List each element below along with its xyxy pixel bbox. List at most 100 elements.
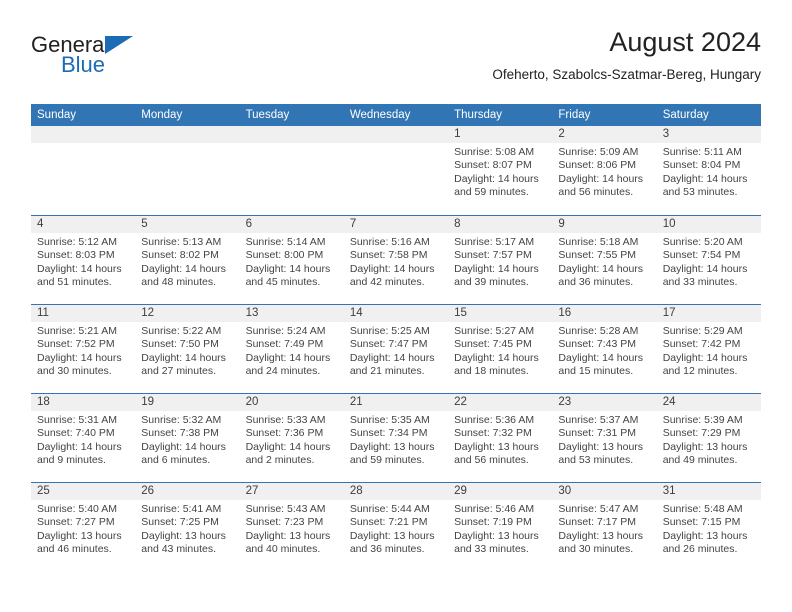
day-cell[interactable]: 1 Sunrise: 5:08 AM Sunset: 8:07 PM Daylight… — [448, 126, 553, 215]
sunset-text: Sunset: 7:57 PM — [454, 249, 532, 262]
day-details: Sunrise: 5:29 AM Sunset: 7:42 PM Daylight:… — [657, 322, 761, 379]
day-cell[interactable]: 24 Sunrise: 5:39 AM Sunset: 7:29 PM Dayligh… — [656, 394, 761, 482]
calendar-week-row: 25 Sunrise: 5:40 AM Sunset: 7:27 PM Dayligh… — [31, 482, 761, 571]
daylight-text-line2: and 30 minutes. — [558, 543, 634, 556]
day-cell[interactable]: 27 Sunrise: 5:43 AM Sunset: 7:23 PM Dayligh… — [239, 483, 344, 571]
sunrise-text: Sunrise: 5:46 AM — [454, 503, 535, 515]
day-cell[interactable]: 17 Sunrise: 5:29 AM Sunset: 7:42 PM Dayligh… — [656, 305, 761, 393]
day-cell[interactable]: 31 Sunrise: 5:48 AM Sunset: 7:15 PM Dayligh… — [656, 483, 761, 571]
sunset-text: Sunset: 7:25 PM — [141, 516, 219, 529]
sunset-text: Sunset: 7:58 PM — [349, 249, 428, 262]
daylight-text-line2: and 39 minutes. — [454, 276, 529, 289]
day-details: Sunrise: 5:09 AM Sunset: 8:06 PM Daylight:… — [552, 143, 656, 200]
sunrise-text: Sunrise: 5:36 AM — [454, 414, 535, 426]
brand-logo[interactable]: General Blue — [31, 34, 231, 84]
daylight-text-line2: and 33 minutes. — [662, 276, 738, 289]
daylight-text-line1: Daylight: 14 hours — [141, 351, 226, 364]
day-number: 24 — [656, 394, 761, 411]
daylight-text-line2: and 30 minutes. — [37, 365, 112, 378]
sunrise-text: Sunrise: 5:39 AM — [662, 414, 743, 426]
sunrise-text: Sunrise: 5:12 AM — [37, 236, 117, 248]
daylight-text-line2: and 2 minutes. — [245, 454, 315, 467]
weekday-header-friday: Friday — [558, 109, 591, 121]
day-cell[interactable]: 6 Sunrise: 5:14 AM Sunset: 8:00 PM Daylight… — [239, 216, 344, 304]
day-cell[interactable]: 8 Sunrise: 5:17 AM Sunset: 7:57 PM Daylight… — [448, 216, 553, 304]
daylight-text-line1: Daylight: 13 hours — [349, 529, 435, 542]
daylight-text-line1: Daylight: 13 hours — [558, 529, 644, 542]
day-cell[interactable]: 26 Sunrise: 5:41 AM Sunset: 7:25 PM Dayligh… — [135, 483, 240, 571]
day-cell[interactable]: 16 Sunrise: 5:28 AM Sunset: 7:43 PM Dayligh… — [552, 305, 657, 393]
day-cell[interactable]: 18 Sunrise: 5:31 AM Sunset: 7:40 PM Dayligh… — [31, 394, 136, 482]
day-cell[interactable]: 23 Sunrise: 5:37 AM Sunset: 7:31 PM Dayligh… — [552, 394, 657, 482]
sunrise-text: Sunrise: 5:40 AM — [37, 503, 117, 515]
day-cell[interactable]: 14 Sunrise: 5:25 AM Sunset: 7:47 PM Dayligh… — [343, 305, 449, 393]
calendar-week-row: 11 Sunrise: 5:21 AM Sunset: 7:52 PM Dayligh… — [31, 304, 761, 393]
sunrise-text: Sunrise: 5:44 AM — [349, 503, 430, 515]
sunset-text: Sunset: 7:23 PM — [245, 516, 324, 529]
daylight-text-line2: and 42 minutes. — [349, 276, 425, 289]
sunrise-text: Sunrise: 5:33 AM — [245, 414, 326, 426]
daylight-text-line2: and 27 minutes. — [141, 365, 216, 378]
day-details: Sunrise: 5:22 AM Sunset: 7:50 PM Daylight:… — [135, 322, 239, 379]
calendar-week-row: 4 Sunrise: 5:12 AM Sunset: 8:03 PM Daylight… — [31, 215, 761, 304]
day-number: 1 — [448, 126, 553, 143]
day-number: 31 — [656, 483, 761, 500]
brand-name-blue: Blue — [61, 52, 106, 77]
day-cell[interactable]: 30 Sunrise: 5:47 AM Sunset: 7:17 PM Dayligh… — [552, 483, 657, 571]
sunrise-text: Sunrise: 5:43 AM — [245, 503, 326, 515]
day-number: 2 — [552, 126, 657, 143]
day-number: 28 — [343, 483, 449, 500]
day-cell[interactable]: 21 Sunrise: 5:35 AM Sunset: 7:34 PM Dayligh… — [343, 394, 449, 482]
day-number: 21 — [343, 394, 449, 411]
day-cell[interactable]: 7 Sunrise: 5:16 AM Sunset: 7:58 PM Daylight… — [343, 216, 449, 304]
day-details: Sunrise: 5:12 AM Sunset: 8:03 PM Daylight:… — [31, 233, 135, 290]
day-details: Sunrise: 5:39 AM Sunset: 7:29 PM Daylight:… — [657, 411, 761, 468]
sunrise-text: Sunrise: 5:14 AM — [245, 236, 326, 248]
daylight-text-line2: and 40 minutes. — [245, 543, 321, 556]
daylight-text-line2: and 56 minutes. — [558, 186, 634, 199]
day-details: Sunrise: 5:40 AM Sunset: 7:27 PM Daylight:… — [31, 500, 135, 557]
sunset-text: Sunset: 7:43 PM — [558, 338, 637, 351]
daylight-text-line2: and 24 minutes. — [245, 365, 321, 378]
daylight-text-line1: Daylight: 14 hours — [37, 440, 122, 453]
day-cell-empty — [343, 126, 449, 215]
daylight-text-line1: Daylight: 14 hours — [245, 440, 331, 453]
day-details: Sunrise: 5:18 AM Sunset: 7:55 PM Daylight:… — [552, 233, 656, 290]
daylight-text-line2: and 21 minutes. — [349, 365, 425, 378]
weekday-header-monday: Monday — [141, 109, 183, 121]
day-number — [135, 126, 240, 143]
day-number: 29 — [448, 483, 553, 500]
day-cell[interactable]: 2 Sunrise: 5:09 AM Sunset: 8:06 PM Daylight… — [552, 126, 657, 215]
weekday-header-thursday: Thursday — [454, 109, 503, 121]
day-cell[interactable]: 5 Sunrise: 5:13 AM Sunset: 8:02 PM Daylight… — [135, 216, 240, 304]
day-cell[interactable]: 25 Sunrise: 5:40 AM Sunset: 7:27 PM Dayligh… — [31, 483, 136, 571]
day-details: Sunrise: 5:25 AM Sunset: 7:47 PM Daylight:… — [344, 322, 448, 379]
daylight-text-line2: and 43 minutes. — [141, 543, 216, 556]
day-cell[interactable]: 15 Sunrise: 5:27 AM Sunset: 7:45 PM Dayligh… — [448, 305, 553, 393]
sunset-text: Sunset: 7:29 PM — [662, 427, 741, 440]
daylight-text-line2: and 49 minutes. — [662, 454, 738, 467]
day-cell[interactable]: 9 Sunrise: 5:18 AM Sunset: 7:55 PM Daylight… — [552, 216, 657, 304]
day-cell[interactable]: 19 Sunrise: 5:32 AM Sunset: 7:38 PM Dayligh… — [135, 394, 240, 482]
day-number: 30 — [552, 483, 657, 500]
sunrise-text: Sunrise: 5:48 AM — [662, 503, 743, 515]
day-cell[interactable]: 29 Sunrise: 5:46 AM Sunset: 7:19 PM Dayligh… — [448, 483, 553, 571]
weekday-header-tuesday: Tuesday — [245, 109, 290, 121]
day-cell[interactable]: 13 Sunrise: 5:24 AM Sunset: 7:49 PM Dayligh… — [239, 305, 344, 393]
day-cell[interactable]: 28 Sunrise: 5:44 AM Sunset: 7:21 PM Dayligh… — [343, 483, 449, 571]
brand-triangle-icon — [105, 36, 133, 54]
day-cell[interactable]: 10 Sunrise: 5:20 AM Sunset: 7:54 PM Dayligh… — [656, 216, 761, 304]
day-cell[interactable]: 11 Sunrise: 5:21 AM Sunset: 7:52 PM Dayligh… — [31, 305, 136, 393]
day-cell[interactable]: 4 Sunrise: 5:12 AM Sunset: 8:03 PM Daylight… — [31, 216, 136, 304]
daylight-text-line1: Daylight: 14 hours — [37, 351, 122, 364]
daylight-text-line2: and 15 minutes. — [558, 365, 634, 378]
day-cell-empty — [135, 126, 240, 215]
day-cell[interactable]: 12 Sunrise: 5:22 AM Sunset: 7:50 PM Dayligh… — [135, 305, 240, 393]
day-details: Sunrise: 5:31 AM Sunset: 7:40 PM Daylight:… — [31, 411, 135, 468]
daylight-text-line2: and 36 minutes. — [349, 543, 425, 556]
daylight-text-line1: Daylight: 13 hours — [662, 440, 748, 453]
day-cell[interactable]: 22 Sunrise: 5:36 AM Sunset: 7:32 PM Dayligh… — [448, 394, 553, 482]
day-cell[interactable]: 3 Sunrise: 5:11 AM Sunset: 8:04 PM Daylight… — [656, 126, 761, 215]
day-cell[interactable]: 20 Sunrise: 5:33 AM Sunset: 7:36 PM Dayligh… — [239, 394, 344, 482]
day-details: Sunrise: 5:37 AM Sunset: 7:31 PM Daylight:… — [552, 411, 656, 468]
